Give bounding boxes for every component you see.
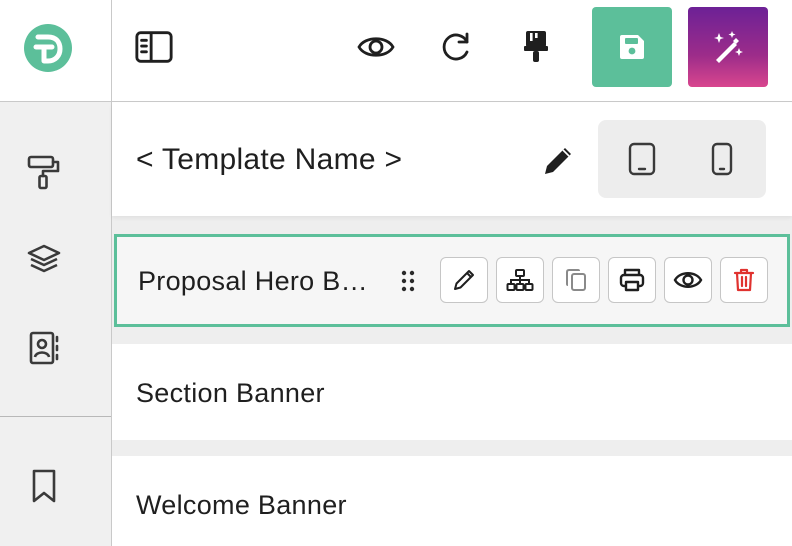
template-header: < Template Name > <box>112 103 792 216</box>
tablet-icon[interactable] <box>622 139 662 179</box>
print-button[interactable] <box>608 257 656 303</box>
save-button[interactable] <box>592 7 672 87</box>
paint-brush-icon[interactable] <box>516 23 556 71</box>
block-row[interactable]: Welcome Banner <box>112 456 792 546</box>
top-toolbar <box>112 0 792 102</box>
block-label: Welcome Banner <box>136 490 347 520</box>
block-row-selected[interactable]: Proposal Hero Banner <box>114 234 790 327</box>
left-rail <box>0 0 112 546</box>
block-label: Proposal Hero Banner <box>138 266 378 296</box>
block-row[interactable]: Section Banner <box>112 344 792 440</box>
printer-icon <box>619 268 645 292</box>
pencil-icon[interactable] <box>536 139 580 183</box>
sidebar-panel-icon[interactable] <box>134 23 174 71</box>
mobile-icon[interactable] <box>702 139 742 179</box>
structure-button[interactable] <box>496 257 544 303</box>
pencil-icon <box>454 270 474 290</box>
duplicate-button[interactable] <box>552 257 600 303</box>
sitemap-icon <box>506 269 534 291</box>
template-name: < Template Name > <box>136 143 403 176</box>
visibility-button[interactable] <box>664 257 712 303</box>
eye-icon <box>673 272 703 288</box>
contact-book-icon[interactable] <box>22 326 66 370</box>
ai-magic-button[interactable] <box>688 7 768 87</box>
magic-wand-sparkles-icon <box>714 31 743 63</box>
floppy-disk-icon <box>620 35 644 59</box>
logo-area <box>0 0 111 102</box>
bookmark-icon[interactable] <box>22 464 66 508</box>
layers-icon[interactable] <box>22 238 66 282</box>
drag-handle-icon[interactable] <box>397 269 419 293</box>
edit-block-button[interactable] <box>440 257 488 303</box>
blocks-panel: < Template Name > Proposal Hero Ban Sect… <box>112 103 792 546</box>
trash-icon <box>733 268 755 292</box>
rail-divider <box>0 416 111 417</box>
device-toggle <box>598 120 766 198</box>
delete-button[interactable] <box>720 257 768 303</box>
redo-icon[interactable] <box>436 23 476 71</box>
copy-icon <box>566 269 586 291</box>
paint-roller-icon[interactable] <box>22 150 66 194</box>
eye-icon[interactable] <box>356 23 396 71</box>
d-logo-icon[interactable] <box>24 24 72 72</box>
block-label: Section Banner <box>136 378 325 408</box>
